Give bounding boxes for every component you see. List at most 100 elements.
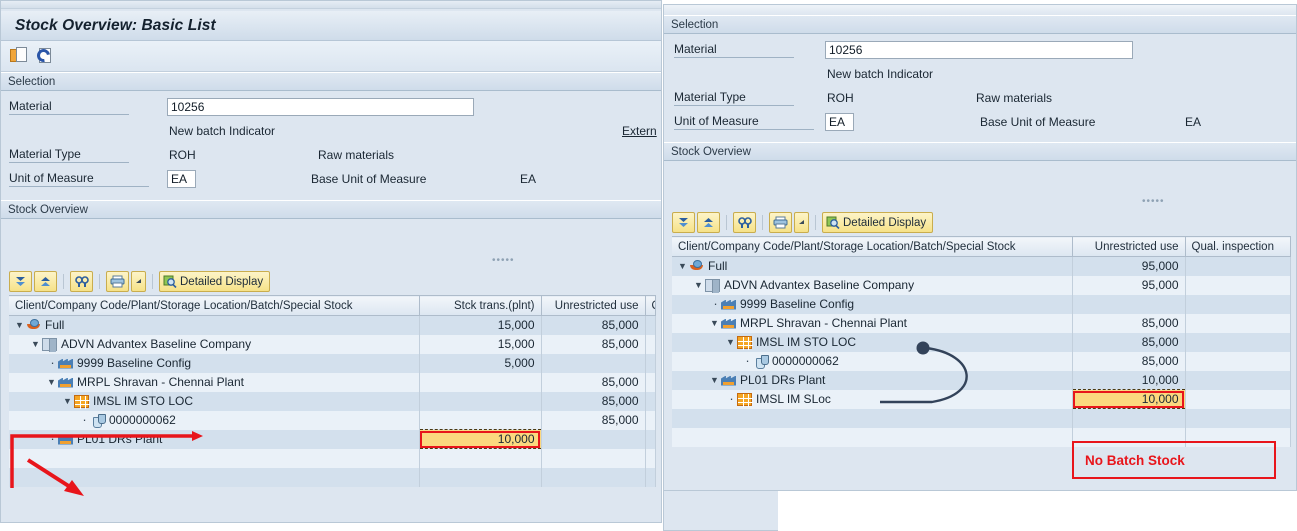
twisty-open-icon[interactable]: ▼: [694, 280, 705, 290]
table-row[interactable]: ▼ MRPL Shravan - Chennai Plant 85,000: [672, 313, 1291, 333]
left-selection-group-label: Selection: [8, 75, 56, 88]
row-hierarchy-cell[interactable]: ▼ ADVN Advantex Baseline Company: [9, 334, 420, 354]
table-row[interactable]: ▼ Full 95,000: [672, 256, 1291, 276]
row-hierarchy-cell[interactable]: · 0000000062: [672, 351, 1073, 371]
right-material-type-row: Material Type ROH Raw materials: [664, 86, 1296, 110]
twisty-open-icon[interactable]: ▼: [63, 396, 74, 406]
expand-all-icon[interactable]: [672, 212, 695, 233]
right-col-unrestricted[interactable]: Unrestricted use: [1072, 236, 1186, 257]
row-hierarchy-cell[interactable]: ▼ ADVN Advantex Baseline Company: [672, 275, 1073, 295]
table-row[interactable]: ▼ MRPL Shravan - Chennai Plant 85,000: [9, 372, 656, 392]
left-col-unrestricted[interactable]: Unrestricted use: [541, 295, 646, 316]
detailed-display-button[interactable]: Detailed Display: [822, 212, 934, 233]
right-col-hierarchy[interactable]: Client/Company Code/Plant/Storage Locati…: [672, 236, 1073, 257]
row-hierarchy-cell[interactable]: ▼ Full: [672, 256, 1073, 276]
detailed-display-button[interactable]: Detailed Display: [159, 271, 271, 292]
table-row[interactable]: ▼ IMSL IM STO LOC 85,000: [672, 332, 1291, 352]
plant-icon: [721, 374, 736, 387]
row-hierarchy-cell[interactable]: · IMSL IM SLoc: [672, 389, 1073, 409]
row-unrestricted: 85,000: [541, 315, 646, 335]
left-alv-toolbar: Detailed Display: [9, 271, 653, 292]
print-icon[interactable]: [106, 271, 129, 292]
right-stock-grid: Client/Company Code/Plant/Storage Locati…: [672, 236, 1291, 447]
left-col-qual-partial[interactable]: Qu: [645, 295, 656, 316]
create-copy-icon[interactable]: [9, 46, 29, 66]
table-row[interactable]: · IMSL IM SLoc 10,000: [672, 389, 1291, 409]
table-row-empty: [672, 408, 1291, 428]
table-row[interactable]: ▼ IMSL IM STO LOC 85,000: [9, 391, 656, 411]
alv-grip-dots[interactable]: •••••: [492, 255, 515, 266]
row-unrestricted: 95,000: [1072, 256, 1186, 276]
right-unit-row: Unit of Measure Base Unit of Measure EA: [664, 110, 1296, 134]
print-icon[interactable]: [769, 212, 792, 233]
twisty-open-icon[interactable]: ▼: [15, 320, 26, 330]
left-material-type-text: Raw materials: [318, 148, 395, 162]
row-hierarchy-cell[interactable]: ▼ MRPL Shravan - Chennai Plant: [9, 372, 420, 392]
table-row[interactable]: · 9999 Baseline Config 5,000: [9, 353, 656, 373]
right-unit-input[interactable]: [825, 113, 854, 131]
right-selection-group-label: Selection: [671, 18, 719, 31]
row-hierarchy-cell[interactable]: ▼ MRPL Shravan - Chennai Plant: [672, 313, 1073, 333]
left-gutter-background: [663, 491, 778, 531]
twisty-open-icon[interactable]: ▼: [678, 261, 689, 271]
toolbar-separator: [726, 215, 727, 230]
twisty-open-icon[interactable]: ▼: [710, 318, 721, 328]
row-unrestricted-selected[interactable]: 10,000: [1071, 389, 1186, 409]
table-row[interactable]: ▼ PL01 DRs Plant 10,000: [672, 370, 1291, 390]
table-row[interactable]: · 0000000062 85,000: [672, 351, 1291, 371]
twisty-open-icon[interactable]: ▼: [31, 339, 42, 349]
collapse-all-icon[interactable]: [697, 212, 720, 233]
row-stck-trans: [419, 391, 542, 411]
row-hierarchy-cell[interactable]: ▼ Full: [9, 315, 420, 335]
row-label: ADVN Advantex Baseline Company: [724, 278, 915, 292]
row-hierarchy-cell[interactable]: ▼ PL01 DRs Plant: [672, 370, 1073, 390]
collapse-all-icon[interactable]: [34, 271, 57, 292]
row-unrestricted: [541, 429, 646, 449]
leaf-bullet-icon: ·: [729, 391, 734, 406]
row-hierarchy-cell[interactable]: · PL01 DRs Plant: [9, 429, 420, 449]
row-unrestricted: 85,000: [1072, 351, 1186, 371]
row-hierarchy-cell[interactable]: ▼ IMSL IM STO LOC: [672, 332, 1073, 352]
left-col-stck-trans[interactable]: Stck trans.(plnt): [419, 295, 542, 316]
row-label: 0000000062: [109, 413, 176, 427]
right-unit-label: Unit of Measure: [674, 114, 814, 130]
left-alv-container: ••••• Detailed Display Client/Company Co…: [1, 219, 661, 487]
right-new-batch-row: New batch Indicator: [664, 62, 1296, 86]
right-selection-form: Material New batch Indicator Material Ty…: [664, 34, 1296, 136]
table-row[interactable]: ▼ Full 15,000 85,000: [9, 315, 656, 335]
table-row[interactable]: · PL01 DRs Plant 10,000: [9, 429, 656, 449]
row-hierarchy-cell[interactable]: ▼ IMSL IM STO LOC: [9, 391, 420, 411]
find-icon[interactable]: [733, 212, 756, 233]
print-dropdown-arrow-icon[interactable]: [131, 271, 146, 292]
row-label: MRPL Shravan - Chennai Plant: [740, 316, 907, 330]
row-label: 0000000062: [772, 354, 839, 368]
right-material-input[interactable]: [825, 41, 1133, 59]
expand-all-icon[interactable]: [9, 271, 32, 292]
left-external-link[interactable]: Extern: [622, 124, 657, 138]
row-stck-trans-selected[interactable]: 10,000: [418, 429, 542, 449]
right-col-qual-inspection[interactable]: Qual. inspection: [1185, 236, 1291, 257]
twisty-open-icon[interactable]: ▼: [710, 375, 721, 385]
left-material-input[interactable]: [167, 98, 474, 116]
row-hierarchy-cell[interactable]: · 0000000062: [9, 410, 420, 430]
row-label: IMSL IM SLoc: [756, 392, 831, 406]
left-unit-input[interactable]: [167, 170, 196, 188]
right-material-row: Material: [664, 38, 1296, 62]
table-row[interactable]: ▼ ADVN Advantex Baseline Company 95,000: [672, 275, 1291, 295]
table-row[interactable]: ▼ ADVN Advantex Baseline Company 15,000 …: [9, 334, 656, 354]
find-icon[interactable]: [70, 271, 93, 292]
row-hierarchy-cell[interactable]: · 9999 Baseline Config: [672, 294, 1073, 314]
left-col-hierarchy[interactable]: Client/Company Code/Plant/Storage Locati…: [9, 295, 420, 316]
print-dropdown-arrow-icon[interactable]: [794, 212, 809, 233]
twisty-open-icon[interactable]: ▼: [726, 337, 737, 347]
leaf-bullet-icon: ·: [82, 412, 87, 427]
leaf-bullet-icon: ·: [713, 296, 718, 311]
refresh-icon[interactable]: [34, 46, 56, 66]
alv-grip-dots[interactable]: •••••: [1142, 196, 1165, 207]
left-base-unit-label: Base Unit of Measure: [311, 172, 427, 186]
table-row[interactable]: · 0000000062 85,000: [9, 410, 656, 430]
twisty-open-icon[interactable]: ▼: [47, 377, 58, 387]
row-label: ADVN Advantex Baseline Company: [61, 337, 252, 351]
row-hierarchy-cell[interactable]: · 9999 Baseline Config: [9, 353, 420, 373]
table-row[interactable]: · 9999 Baseline Config: [672, 294, 1291, 314]
